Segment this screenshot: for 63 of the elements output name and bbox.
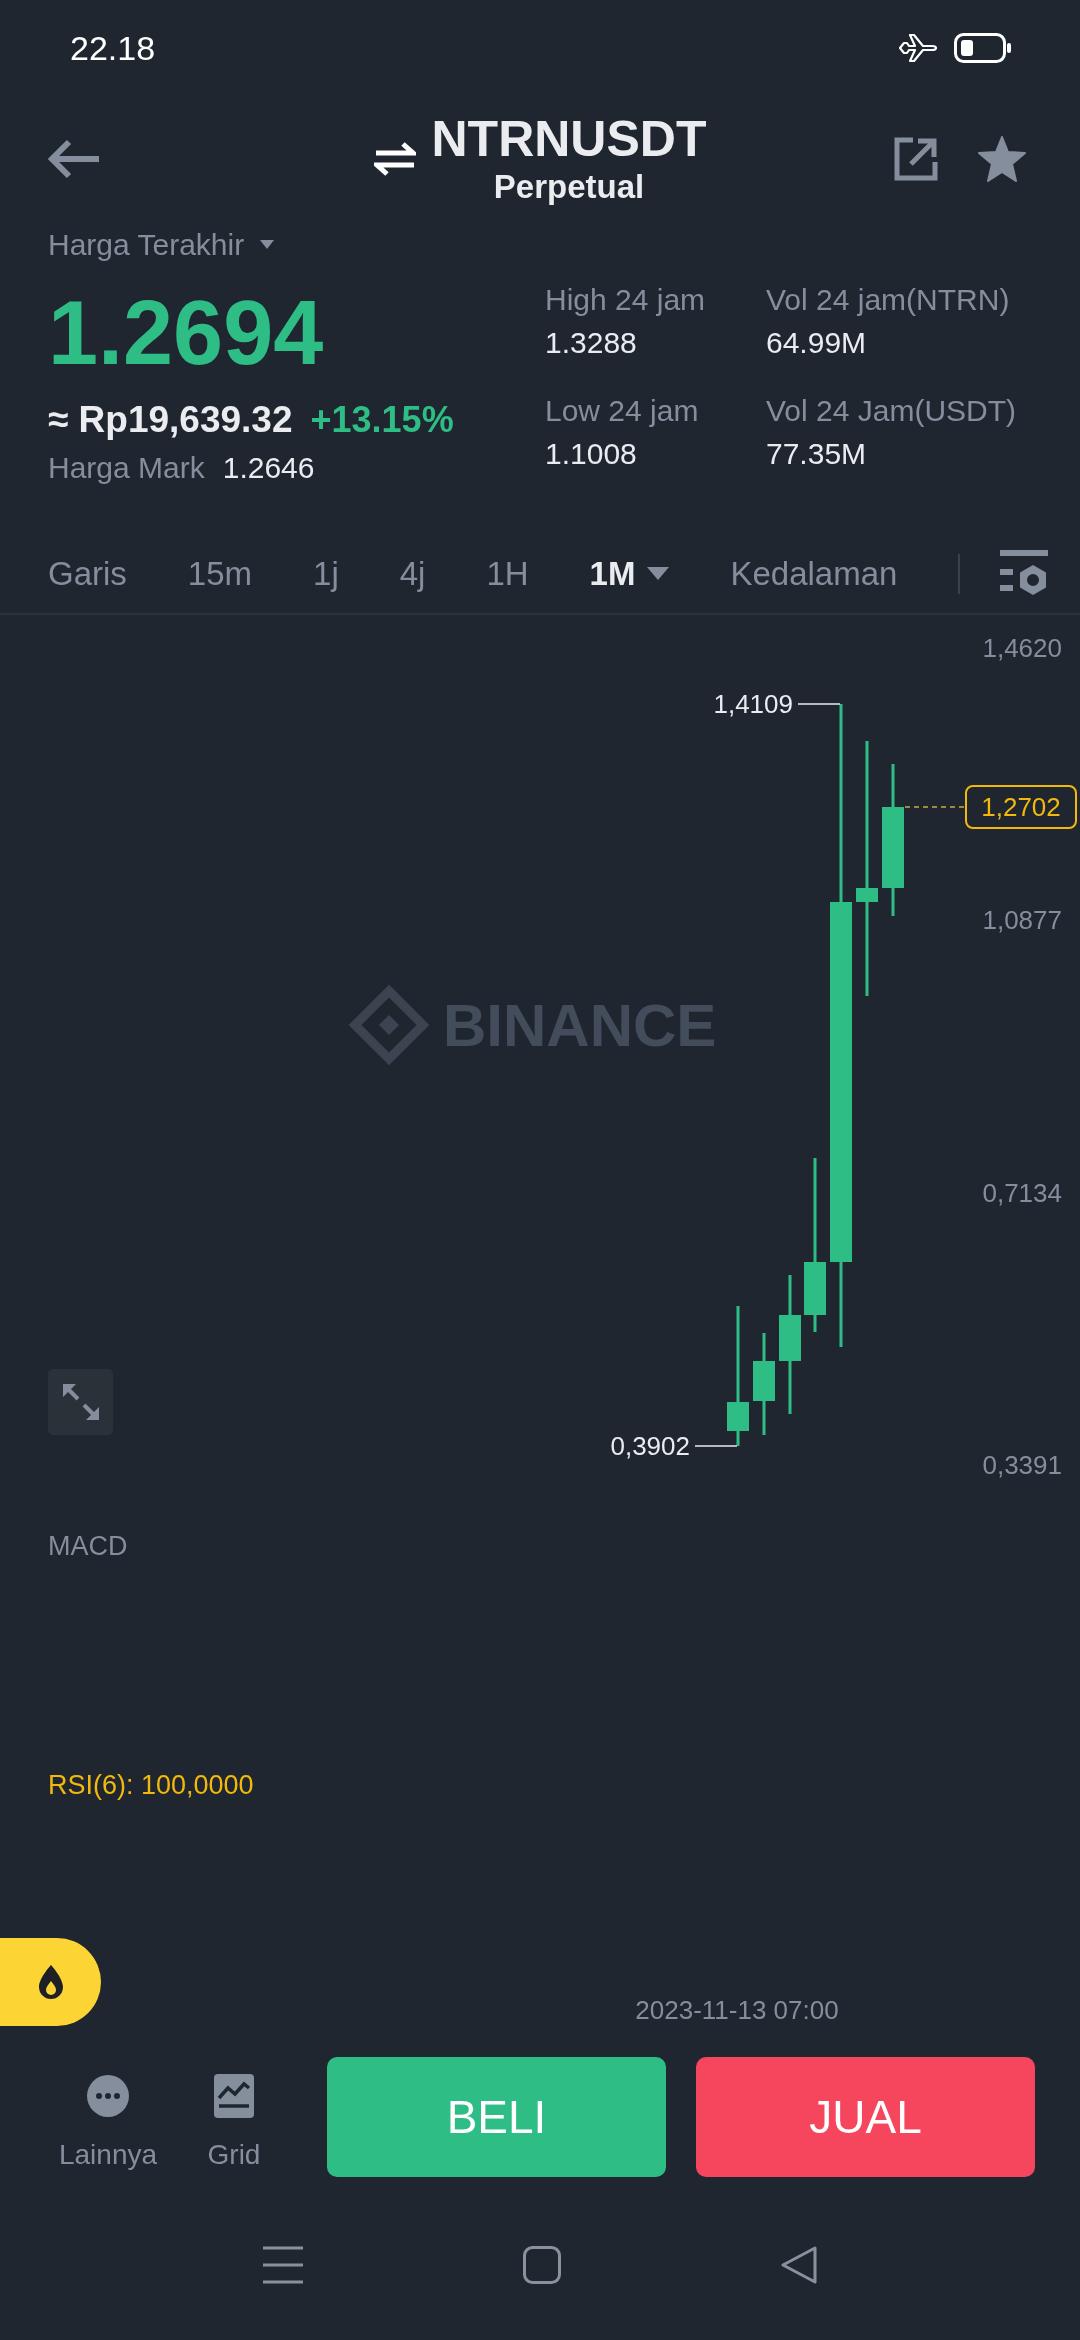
- interval-tab[interactable]: 1M: [589, 552, 670, 596]
- interval-tab[interactable]: 1j: [313, 552, 339, 596]
- settings-icon: [1000, 550, 1049, 598]
- low-price-label: 0,3902: [610, 1431, 690, 1461]
- stat-label: Vol 24 jam(NTRN): [766, 282, 1011, 318]
- logo-icon: [348, 984, 430, 1066]
- price-type-label[interactable]: Harga Terakhir: [48, 223, 245, 267]
- home-icon[interactable]: [523, 2246, 561, 2284]
- status-time: 22.18: [70, 27, 156, 68]
- stat-value: 1.3288: [545, 325, 638, 361]
- buy-button[interactable]: BELI: [327, 2057, 666, 2177]
- current-price-tag: 1,2702: [965, 785, 1077, 829]
- indicator-reading: RSI(6): 100,0000: [48, 1769, 254, 1802]
- share-button[interactable]: [894, 137, 938, 181]
- interval-tab[interactable]: 1H: [486, 552, 529, 596]
- interval-tab[interactable]: 15m: [187, 552, 253, 596]
- contract-type: Perpetual: [493, 167, 645, 207]
- stat-label: High 24 jam: [545, 282, 707, 318]
- price-line: [904, 806, 966, 808]
- interval-tab[interactable]: 4j: [399, 552, 426, 596]
- stat-value: 77.35M: [766, 436, 868, 472]
- swap-button[interactable]: [373, 141, 416, 177]
- share-icon: [894, 137, 938, 181]
- price-change: +13.15%: [310, 398, 454, 442]
- caret-icon: [260, 240, 275, 250]
- price-axis-label: 1,0877: [982, 905, 1062, 936]
- leader-line: [797, 703, 841, 705]
- chart-settings-button[interactable]: [1000, 550, 1049, 598]
- stat-value: 64.99M: [766, 325, 868, 361]
- chart-icon: [214, 2074, 254, 2118]
- menu-icon[interactable]: [263, 2246, 303, 2284]
- high-price-label: 1,4109: [713, 689, 793, 719]
- battery-icon: [954, 32, 1012, 63]
- interval-tab[interactable]: Kedalaman: [730, 552, 898, 596]
- timestamp: 2023-11-13 07:00: [635, 1994, 839, 2027]
- favorite-button[interactable]: [978, 136, 1026, 182]
- expand-icon: [60, 1382, 101, 1422]
- star-icon: [978, 136, 1026, 182]
- price-axis-label: 0,3391: [982, 1450, 1062, 1480]
- last-price: 1.2694: [48, 283, 325, 383]
- mark-price: 1.2646: [222, 450, 315, 486]
- price-axis-label: 0,7134: [982, 1177, 1062, 1208]
- fiat-price: ≈ Rp19,639.32: [48, 398, 293, 442]
- interval-tab[interactable]: Garis: [48, 552, 127, 596]
- swap-icon: [373, 141, 416, 177]
- pair-title: NTRNUSDT: [431, 111, 707, 167]
- stat-label: Vol 24 Jam(USDT): [766, 393, 1017, 429]
- sell-button[interactable]: JUAL: [696, 2057, 1035, 2177]
- toolbar-button[interactable]: Grid: [168, 2045, 300, 2173]
- indicator-label: MACD: [48, 1530, 128, 1563]
- fullscreen-button[interactable]: [48, 1369, 113, 1435]
- nav-back-icon[interactable]: [781, 2246, 817, 2284]
- back-button[interactable]: [45, 137, 101, 181]
- airplane-icon: [898, 32, 938, 63]
- leader-line: [694, 1445, 738, 1447]
- back-icon: [45, 137, 101, 181]
- toolbar-button[interactable]: Lainnya: [48, 2045, 168, 2173]
- price-axis-label: 1,4620: [982, 633, 1062, 663]
- mark-price-label: Harga Mark: [48, 450, 205, 486]
- stat-value: 1.1008: [545, 436, 638, 472]
- floating-button[interactable]: [0, 1938, 101, 2026]
- stat-label: Low 24 jam: [545, 393, 700, 429]
- more-icon: [86, 2074, 130, 2118]
